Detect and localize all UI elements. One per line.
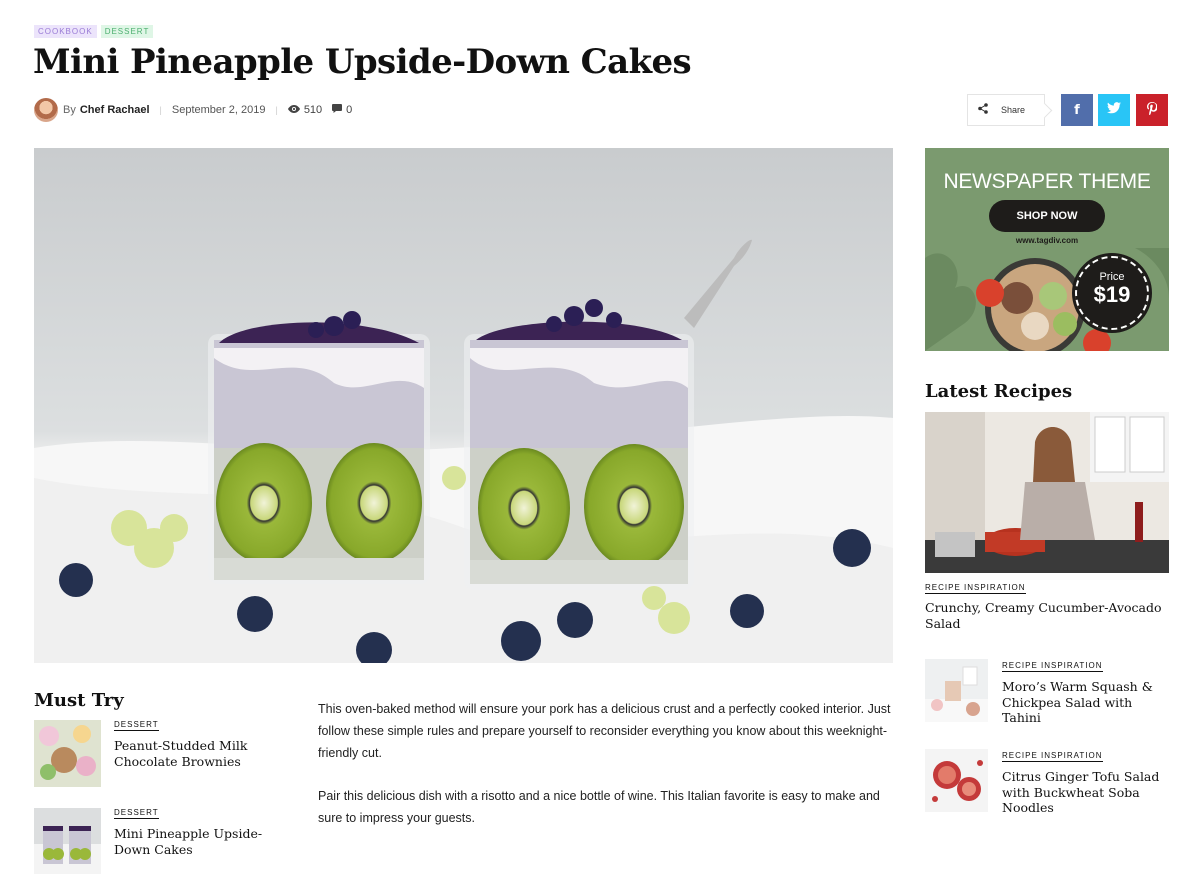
must-try-category[interactable]: DESSERT <box>114 808 159 819</box>
shop-now-button[interactable]: SHOP NOW <box>989 200 1105 232</box>
category-tags: COOKBOOK DESSERT <box>34 25 154 38</box>
facebook-share-button[interactable]: f <box>1061 94 1093 126</box>
price-badge: Price $19 <box>1072 253 1152 333</box>
latest-recipe-category[interactable]: RECIPE INSPIRATION <box>1002 661 1103 672</box>
comment-icon[interactable] <box>332 104 343 116</box>
latest-recipe-title[interactable]: Moro’s Warm Squash & Chickpea Salad with… <box>1002 679 1169 726</box>
facebook-icon: f <box>1074 102 1080 118</box>
ad-banner[interactable]: NEWSPAPER THEME SHOP NOW www.tagdiv.com … <box>925 148 1169 351</box>
hero-image <box>34 148 893 663</box>
must-try-thumbnail[interactable] <box>34 808 101 874</box>
view-count: 510 <box>303 104 323 116</box>
pinterest-icon <box>1147 101 1158 119</box>
eye-icon <box>287 104 300 116</box>
post-date: September 2, 2019 <box>171 104 266 116</box>
share-label: Share <box>1001 105 1026 115</box>
article-paragraph: This oven-baked method will ensure your … <box>318 702 891 760</box>
page-title: Mini Pineapple Upside-Down Cakes <box>33 42 692 82</box>
latest-recipes-heading: Latest Recipes <box>925 381 1073 402</box>
pinterest-share-button[interactable] <box>1136 94 1168 126</box>
price-value: $19 <box>1093 282 1131 307</box>
featured-recipe-image[interactable] <box>925 412 1169 573</box>
latest-recipe-category[interactable]: RECIPE INSPIRATION <box>1002 751 1103 762</box>
latest-recipe-title[interactable]: Citrus Ginger Tofu Salad with Buckwheat … <box>1002 769 1169 816</box>
must-try-item[interactable]: DESSERT Peanut-Studded Milk Chocolate Br… <box>34 720 284 788</box>
latest-recipe-thumbnail[interactable] <box>925 659 988 722</box>
latest-recipe-thumbnail[interactable] <box>925 749 988 812</box>
by-label: By <box>63 104 76 116</box>
must-try-heading: Must Try <box>34 690 124 711</box>
twitter-share-button[interactable] <box>1098 94 1130 126</box>
share-button[interactable]: Share <box>967 94 1045 126</box>
author-avatar[interactable] <box>34 98 58 122</box>
must-try-item[interactable]: DESSERT Mini Pineapple Upside-Down Cakes <box>34 808 284 874</box>
ad-url: www.tagdiv.com <box>1015 236 1079 245</box>
category-tag-dessert[interactable]: DESSERT <box>100 25 154 38</box>
featured-recipe-category[interactable]: RECIPE INSPIRATION <box>925 583 1026 594</box>
must-try-thumbnail[interactable] <box>34 720 101 787</box>
post-meta: By Chef Rachael | September 2, 2019 | 51… <box>34 98 362 122</box>
article-paragraph: Pair this delicious dish with a risotto … <box>318 789 880 825</box>
must-try-category[interactable]: DESSERT <box>114 720 159 731</box>
meta-separator: | <box>159 105 162 115</box>
ad-title: NEWSPAPER THEME <box>943 170 1151 193</box>
must-try-title[interactable]: Peanut-Studded Milk Chocolate Brownies <box>114 738 284 769</box>
featured-recipe-title[interactable]: Crunchy, Creamy Cucumber-Avocado Salad <box>925 600 1169 631</box>
category-tag-cookbook[interactable]: COOKBOOK <box>34 25 97 38</box>
author-name[interactable]: Chef Rachael <box>80 104 150 116</box>
meta-separator: | <box>275 105 278 115</box>
comment-count[interactable]: 0 <box>346 104 352 116</box>
share-icon <box>978 103 988 117</box>
must-try-title[interactable]: Mini Pineapple Upside-Down Cakes <box>114 826 284 857</box>
twitter-icon <box>1107 102 1121 118</box>
article-body: This oven-baked method will ensure your … <box>318 698 893 829</box>
